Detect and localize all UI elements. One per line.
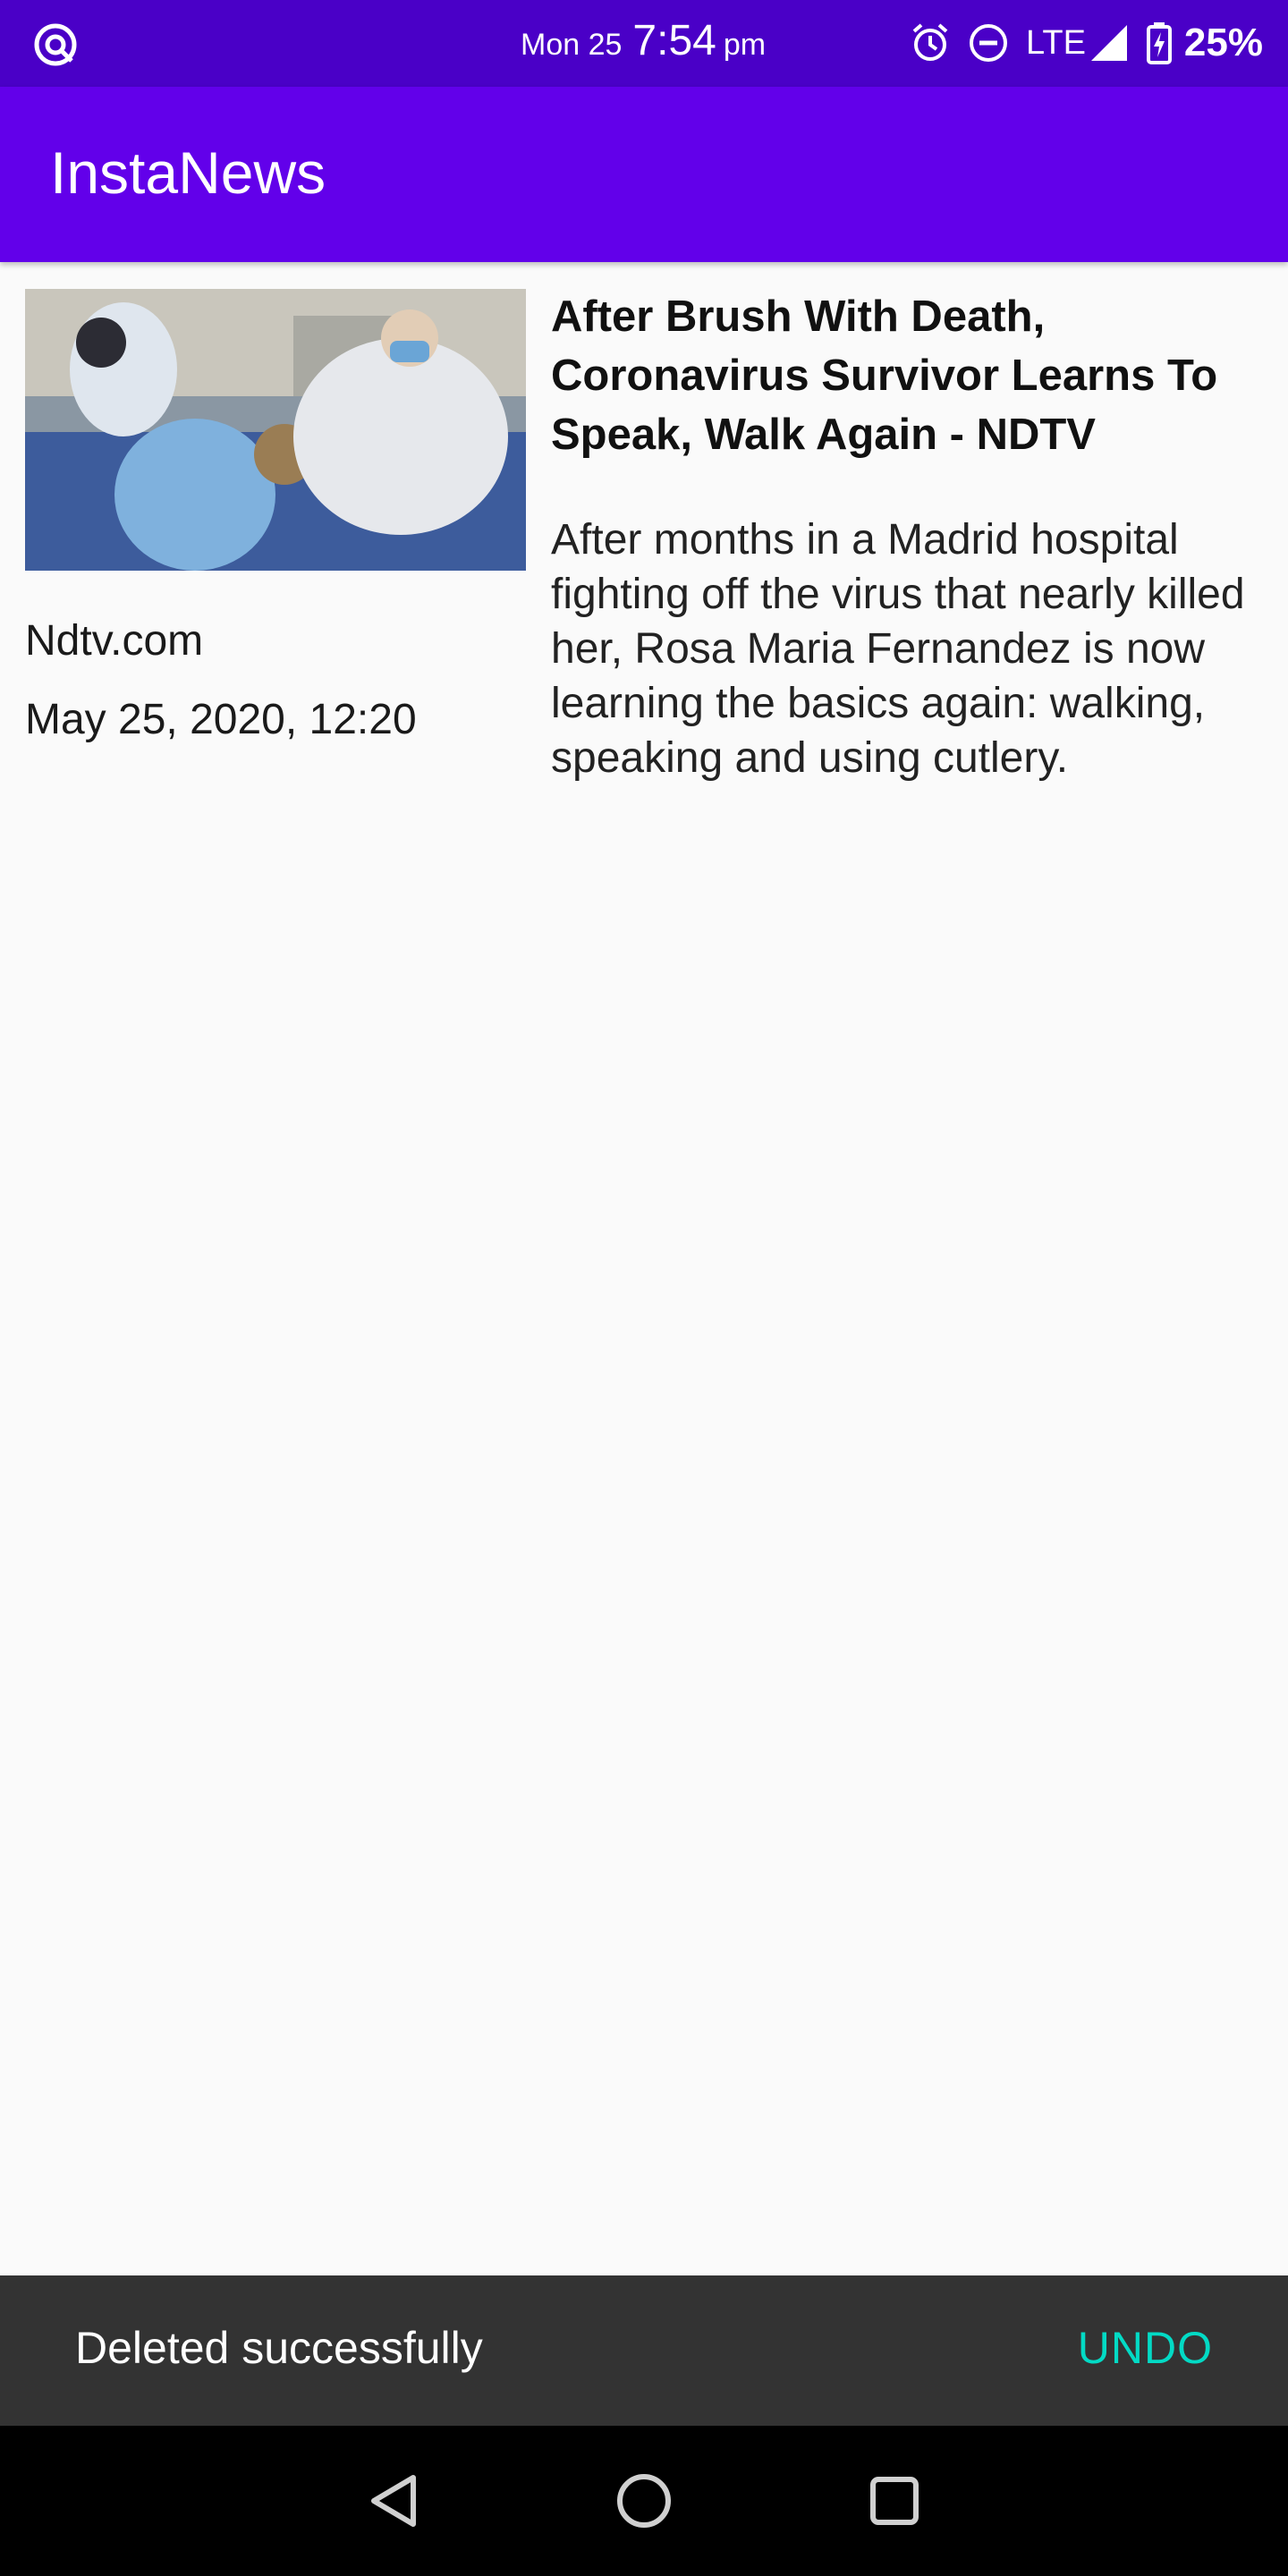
status-time: 7:54 bbox=[632, 17, 716, 64]
home-icon[interactable] bbox=[612, 2469, 676, 2533]
article-description: After months in a Madrid hospital fighti… bbox=[551, 516, 1245, 782]
article-card[interactable]: After Brush With Death, Coronavirus Surv… bbox=[0, 262, 1288, 817]
app-title: InstaNews bbox=[50, 140, 326, 206]
undo-button[interactable]: UNDO bbox=[1078, 2322, 1213, 2374]
navigation-bar bbox=[0, 2426, 1288, 2576]
status-icons: LTE 25% bbox=[892, 16, 1263, 70]
article-photo-icon bbox=[25, 289, 526, 571]
recents-icon[interactable] bbox=[862, 2469, 927, 2533]
battery-charging-icon bbox=[1146, 22, 1172, 64]
snackbar-message: Deleted successfully bbox=[75, 2323, 483, 2373]
do-not-disturb-icon bbox=[970, 24, 1008, 62]
alarm-icon bbox=[912, 23, 948, 61]
network-type: LTE bbox=[1026, 23, 1086, 62]
status-bar: Mon 25 7:54 pm LTE 25% bbox=[0, 0, 1288, 87]
back-icon[interactable] bbox=[361, 2469, 426, 2533]
status-clock: Mon 25 7:54 pm bbox=[521, 16, 766, 70]
battery-percent: 25% bbox=[1183, 21, 1263, 64]
article-title: After Brush With Death, Coronavirus Surv… bbox=[551, 292, 1218, 459]
status-ampm: pm bbox=[723, 28, 767, 62]
app-bar: InstaNews bbox=[0, 87, 1288, 262]
signal-icon bbox=[1090, 25, 1127, 61]
article-source: Ndtv.com bbox=[25, 617, 204, 665]
article-date: May 25, 2020, 12:20 bbox=[25, 696, 417, 743]
article-thumbnail bbox=[25, 289, 526, 571]
app-notification-icon bbox=[34, 23, 77, 66]
status-day: Mon 25 bbox=[521, 28, 623, 62]
snackbar: Deleted successfully UNDO bbox=[0, 2275, 1288, 2426]
